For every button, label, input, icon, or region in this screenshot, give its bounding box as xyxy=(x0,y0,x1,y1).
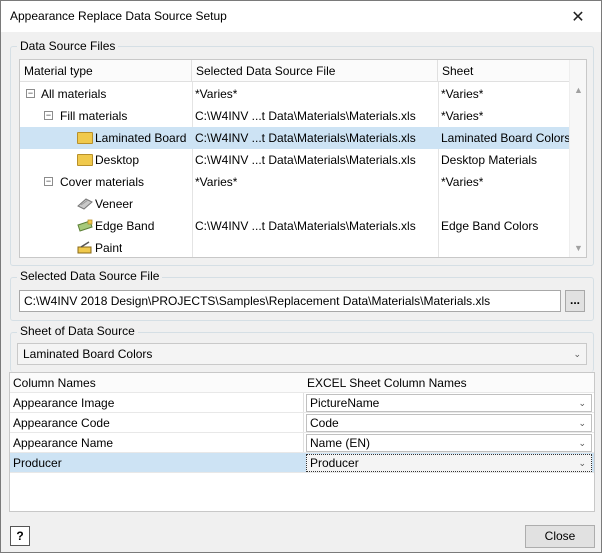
scroll-up-icon[interactable]: ▲ xyxy=(570,82,586,99)
tree-row-file: C:\W4INV ...t Data\Materials\Materials.x… xyxy=(195,109,416,123)
sheet-select-value: Laminated Board Colors xyxy=(23,347,153,361)
sheet-label: Sheet of Data Source xyxy=(17,324,138,338)
selected-file-label: Selected Data Source File xyxy=(17,269,163,283)
materials-tree-table[interactable]: Material type Selected Data Source File … xyxy=(19,59,587,258)
tree-row-sheet: *Varies* xyxy=(441,109,484,123)
help-button[interactable]: ? xyxy=(10,526,30,546)
tree-row-file: *Varies* xyxy=(195,175,238,189)
grid-row-name: Appearance Code xyxy=(13,416,110,430)
tree-row-name: Edge Band xyxy=(95,219,155,233)
tree-row-name: Fill materials xyxy=(60,109,128,123)
folder-icon xyxy=(77,154,93,166)
excel-column-select[interactable]: Producer ⌄ xyxy=(306,454,592,472)
tree-row-file: *Varies* xyxy=(195,87,238,101)
chevron-down-icon: ⌄ xyxy=(578,458,586,468)
tree-row-sheet: *Varies* xyxy=(441,87,484,101)
tree-row-file: C:\W4INV ...t Data\Materials\Materials.x… xyxy=(195,131,416,145)
edge-band-icon xyxy=(77,219,93,232)
tree-row-sheet: Laminated Board Colors xyxy=(441,131,570,145)
tree-row-name: All materials xyxy=(41,87,107,101)
title-bar: Appearance Replace Data Source Setup ✕ xyxy=(1,1,601,32)
excel-column-value: Code xyxy=(310,416,339,430)
grid-row-name: Appearance Name xyxy=(13,436,114,450)
col-header-sheet[interactable]: Sheet xyxy=(438,60,570,82)
tree-row-selected[interactable]: Laminated Board C:\W4INV ...t Data\Mater… xyxy=(20,127,570,149)
grid-row-selected[interactable]: Producer Producer ⌄ xyxy=(10,453,594,473)
tree-vertical-scrollbar[interactable]: ▲ ▼ xyxy=(569,60,586,257)
scroll-down-icon[interactable]: ▼ xyxy=(570,240,586,257)
dialog-window: Appearance Replace Data Source Setup ✕ D… xyxy=(0,0,602,553)
tree-row-name: Paint xyxy=(95,241,123,255)
data-source-path-field[interactable]: C:\W4INV 2018 Design\PROJECTS\Samples\Re… xyxy=(19,290,561,312)
grid-row[interactable]: Appearance Code Code ⌄ xyxy=(10,413,594,433)
chevron-down-icon: ⌄ xyxy=(578,418,586,428)
col-header-excel-columns[interactable]: EXCEL Sheet Column Names xyxy=(304,373,467,393)
sheet-select[interactable]: Laminated Board Colors ⌄ xyxy=(17,343,587,365)
grid-row[interactable]: Appearance Image PictureName ⌄ xyxy=(10,393,594,413)
excel-column-select[interactable]: PictureName ⌄ xyxy=(306,394,592,412)
grid-row-name: Appearance Image xyxy=(13,396,115,410)
tree-row-name: Desktop xyxy=(95,153,140,167)
chevron-down-icon: ⌄ xyxy=(578,438,586,448)
collapse-icon[interactable]: − xyxy=(26,89,35,98)
tree-header: Material type Selected Data Source File … xyxy=(20,60,570,82)
excel-column-value: Producer xyxy=(310,456,359,470)
folder-icon xyxy=(77,132,93,144)
tree-row[interactable]: Veneer xyxy=(20,193,570,215)
tree-row-file: C:\W4INV ...t Data\Materials\Materials.x… xyxy=(195,219,416,233)
close-button[interactable]: Close xyxy=(525,525,595,548)
excel-column-value: Name (EN) xyxy=(310,436,371,450)
col-header-material-type[interactable]: Material type xyxy=(20,60,192,82)
excel-column-value: PictureName xyxy=(310,396,380,410)
tree-row-name: Cover materials xyxy=(60,175,145,189)
tree-row[interactable]: Edge Band C:\W4INV ...t Data\Materials\M… xyxy=(20,215,570,237)
tree-row[interactable]: − Cover materials *Varies* *Varies* xyxy=(20,171,570,193)
data-source-files-label: Data Source Files xyxy=(17,39,119,53)
grid-header-row: Column Names EXCEL Sheet Column Names xyxy=(10,373,594,393)
tree-row[interactable]: Paint xyxy=(20,237,570,257)
tree-row[interactable]: − Fill materials C:\W4INV ...t Data\Mate… xyxy=(20,105,570,127)
tree-row-name: Veneer xyxy=(95,197,134,211)
window-title: Appearance Replace Data Source Setup xyxy=(10,9,227,23)
chevron-down-icon: ⌄ xyxy=(573,349,581,359)
chevron-down-icon: ⌄ xyxy=(578,398,586,408)
veneer-icon xyxy=(77,198,93,210)
collapse-icon[interactable]: − xyxy=(44,177,53,186)
paint-icon xyxy=(77,241,92,254)
column-mapping-grid[interactable]: Column Names EXCEL Sheet Column Names Ap… xyxy=(9,372,595,512)
browse-button[interactable]: ... xyxy=(565,290,585,312)
collapse-icon[interactable]: − xyxy=(44,111,53,120)
tree-row-sheet: Edge Band Colors xyxy=(441,219,539,233)
tree-row-name: Laminated Board xyxy=(95,131,187,145)
col-header-selected-file[interactable]: Selected Data Source File xyxy=(192,60,438,82)
tree-row-file: C:\W4INV ...t Data\Materials\Materials.x… xyxy=(195,153,416,167)
tree-row-sheet: Desktop Materials xyxy=(441,153,538,167)
grid-row[interactable]: Appearance Name Name (EN) ⌄ xyxy=(10,433,594,453)
excel-column-select[interactable]: Code ⌄ xyxy=(306,414,592,432)
tree-row[interactable]: Desktop C:\W4INV ...t Data\Materials\Mat… xyxy=(20,149,570,171)
col-header-column-names[interactable]: Column Names xyxy=(10,373,96,393)
grid-row-name: Producer xyxy=(13,456,62,470)
tree-row[interactable]: − All materials *Varies* *Varies* xyxy=(20,83,570,105)
close-icon[interactable]: ✕ xyxy=(555,1,601,32)
tree-row-sheet: *Varies* xyxy=(441,175,484,189)
excel-column-select[interactable]: Name (EN) ⌄ xyxy=(306,434,592,452)
